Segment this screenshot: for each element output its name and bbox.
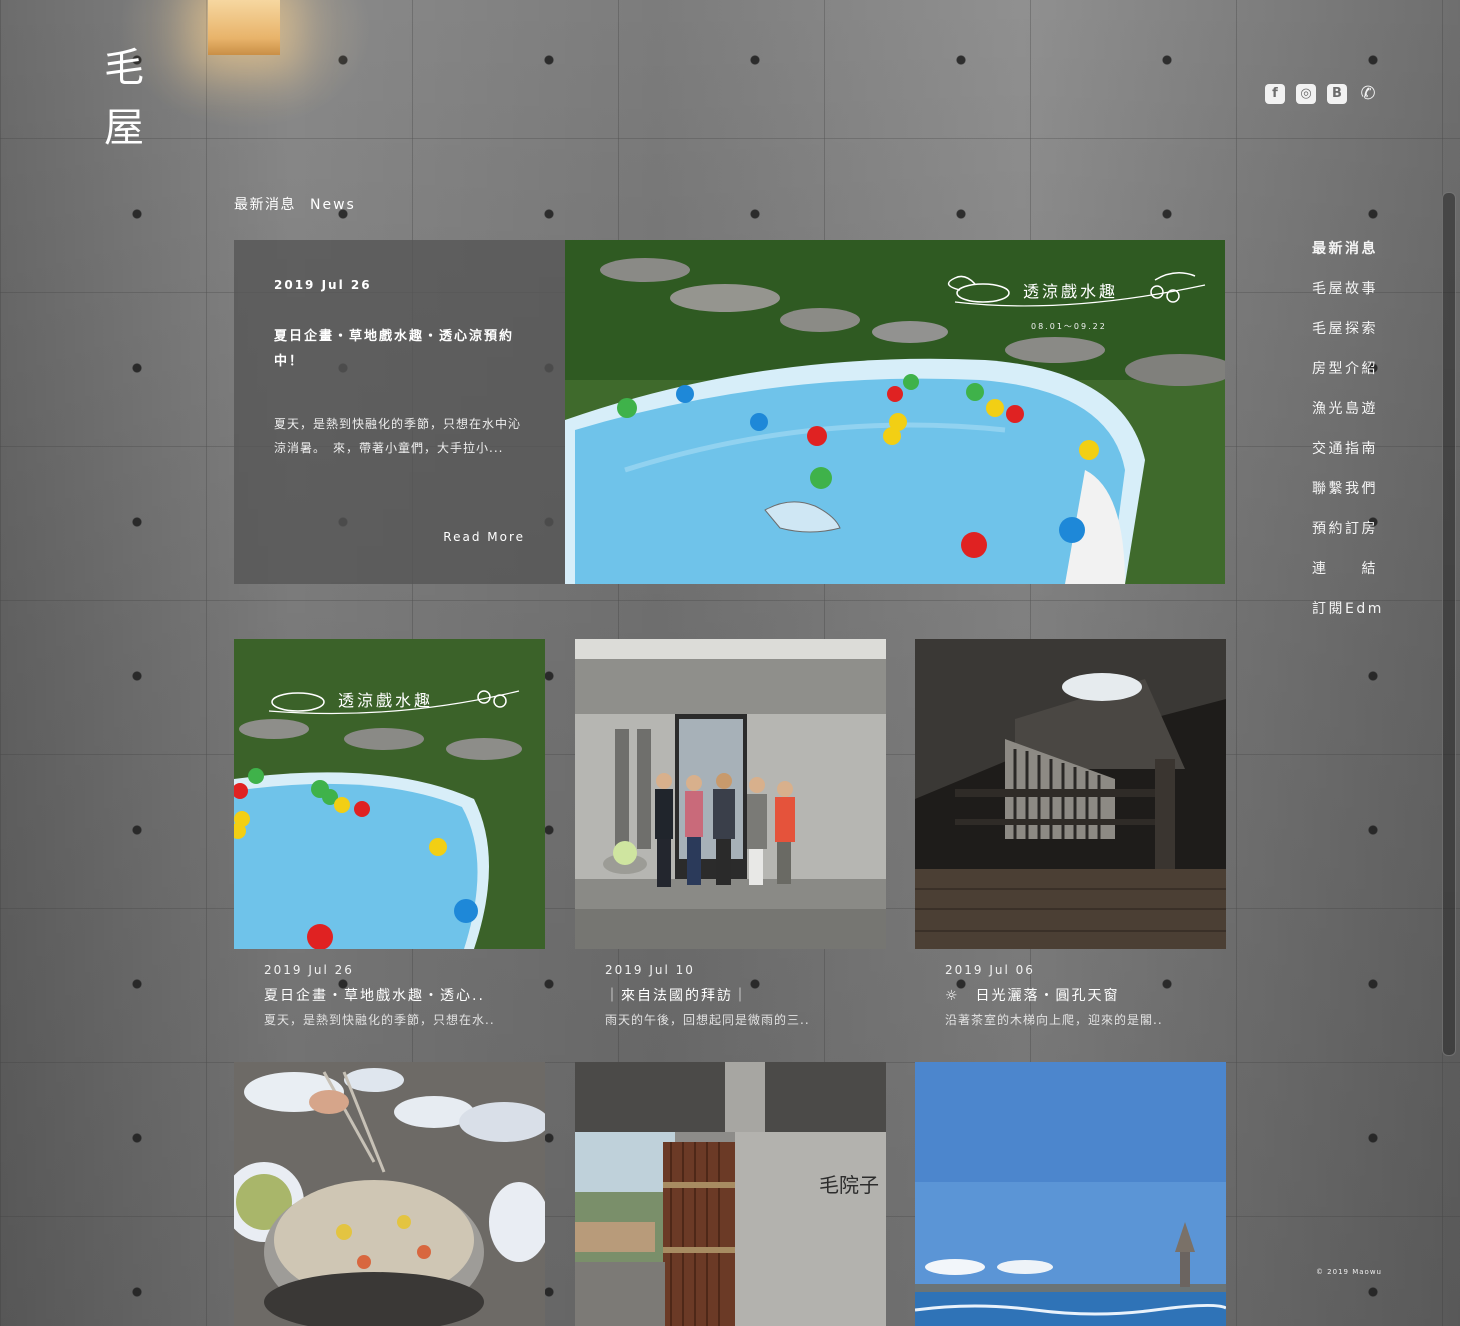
nav-item-news[interactable]: 最新消息 — [1312, 240, 1384, 280]
news-card-title[interactable]: 夏日企畫・草地戲水趣・透心.. — [264, 985, 515, 1005]
featured-image-dates: 08.01～09.22 — [1031, 322, 1107, 331]
news-card-date: 2019 Jul 06 — [945, 963, 1035, 977]
featured-post-text: 2019 Jul 26 夏日企畫・草地戲水趣・透心涼預約中！ 夏天，是熱到快融化… — [234, 240, 565, 584]
featured-image-caption: 透涼戲水趣 — [1023, 282, 1118, 301]
featured-post-excerpt: 夏天，是熱到快融化的季節，只想在水中沁涼消暑。 來，帶著小童們，大手拉小... — [274, 417, 522, 455]
news-card-image[interactable]: 毛院子 — [575, 1062, 886, 1326]
news-card[interactable]: 2019 Jul 06 ☼ 日光灑落・圓孔天窗 沿著茶室的木梯向上爬，迎來的是閣… — [915, 639, 1226, 1028]
featured-post[interactable]: 2019 Jul 26 夏日企畫・草地戲水趣・透心涼預約中！ 夏天，是熱到快融化… — [234, 240, 1225, 584]
featured-post-title[interactable]: 夏日企畫・草地戲水趣・透心涼預約中！ — [274, 324, 525, 374]
pool-photo: 透涼戲水趣 08.01～09.22 — [565, 240, 1225, 584]
news-card-meta: 2019 Jul 06 ☼ 日光灑落・圓孔天窗 沿著茶室的木梯向上爬，迎來的是閣… — [915, 949, 1226, 1028]
nav-item-story[interactable]: 毛屋故事 — [1312, 280, 1384, 320]
news-card-image[interactable]: 透涼戲水趣 — [234, 639, 545, 949]
news-card[interactable]: 2019 Jul 10 ｜來自法國的拜訪｜ 雨天的午後，回想起同是微雨的三.. — [575, 639, 886, 1028]
news-card-excerpt: 沿著茶室的木梯向上爬，迎來的是閣.. — [945, 1013, 1163, 1027]
news-card[interactable]: 毛院子 — [575, 1062, 886, 1326]
nav-item-links[interactable]: 連 結 — [1312, 560, 1384, 600]
news-card-image[interactable] — [915, 1062, 1226, 1326]
instagram-icon[interactable]: ◎ — [1296, 84, 1316, 104]
pool-photo: 透涼戲水趣 — [234, 639, 545, 949]
wall-lamp — [208, 0, 280, 55]
page-title: 最新消息 News — [234, 197, 356, 213]
entrance-photo: 毛院子 — [575, 1062, 886, 1326]
phone-icon[interactable]: ✆ — [1358, 84, 1378, 104]
group-photo — [575, 639, 886, 949]
news-card-image[interactable] — [915, 639, 1226, 949]
news-card-meta: 2019 Jul 10 ｜來自法國的拜訪｜ 雨天的午後，回想起同是微雨的三.. — [575, 949, 886, 1028]
nav-item-transport[interactable]: 交通指南 — [1312, 440, 1384, 480]
facebook-icon[interactable]: f — [1265, 84, 1285, 104]
scrollbar[interactable] — [1442, 192, 1456, 1056]
nav-item-contact[interactable]: 聯繫我們 — [1312, 480, 1384, 520]
read-more-link[interactable]: Read More — [443, 530, 525, 544]
site-logo[interactable]: 毛 屋 — [104, 38, 164, 158]
news-card-image[interactable] — [234, 1062, 545, 1326]
news-card[interactable]: 透涼戲水趣 2019 Jul 26 夏日企畫・草地戲水趣・透心.. 夏天，是熱到… — [234, 639, 545, 1028]
news-card-title[interactable]: ｜來自法國的拜訪｜ — [605, 985, 856, 1005]
nav-item-rooms[interactable]: 房型介紹 — [1312, 360, 1384, 400]
nav-item-island-tour[interactable]: 漁光島遊 — [1312, 400, 1384, 440]
news-card-excerpt: 雨天的午後，回想起同是微雨的三.. — [605, 1013, 810, 1027]
card-image-caption: 透涼戲水趣 — [338, 691, 433, 710]
news-card-excerpt: 夏天，是熱到快融化的季節，只想在水.. — [264, 1013, 495, 1027]
featured-post-image[interactable]: 透涼戲水趣 08.01～09.22 — [565, 240, 1225, 584]
news-card-title[interactable]: ☼ 日光灑落・圓孔天窗 — [945, 985, 1196, 1005]
social-links: f ◎ B ✆ — [1265, 84, 1378, 104]
news-card[interactable] — [234, 1062, 545, 1326]
copyright: © 2019 Maowu — [1315, 1268, 1382, 1276]
news-card-image[interactable] — [575, 639, 886, 949]
sea-photo — [915, 1062, 1226, 1326]
nav-item-edm[interactable]: 訂閱Edm — [1312, 600, 1384, 640]
main-nav: 最新消息 毛屋故事 毛屋探索 房型介紹 漁光島遊 交通指南 聯繫我們 預約訂房 … — [1312, 240, 1384, 640]
news-card-date: 2019 Jul 26 — [264, 963, 354, 977]
news-card[interactable] — [915, 1062, 1226, 1326]
blogger-icon[interactable]: B — [1327, 84, 1347, 104]
attic-photo — [915, 639, 1226, 949]
featured-post-date: 2019 Jul 26 — [274, 278, 372, 292]
news-card-meta: 2019 Jul 26 夏日企畫・草地戲水趣・透心.. 夏天，是熱到快融化的季節… — [234, 949, 545, 1028]
nav-item-booking[interactable]: 預約訂房 — [1312, 520, 1384, 560]
hotpot-photo — [234, 1062, 545, 1326]
nav-item-explore[interactable]: 毛屋探索 — [1312, 320, 1384, 360]
building-sign: 毛院子 — [819, 1173, 879, 1197]
news-card-date: 2019 Jul 10 — [605, 963, 695, 977]
